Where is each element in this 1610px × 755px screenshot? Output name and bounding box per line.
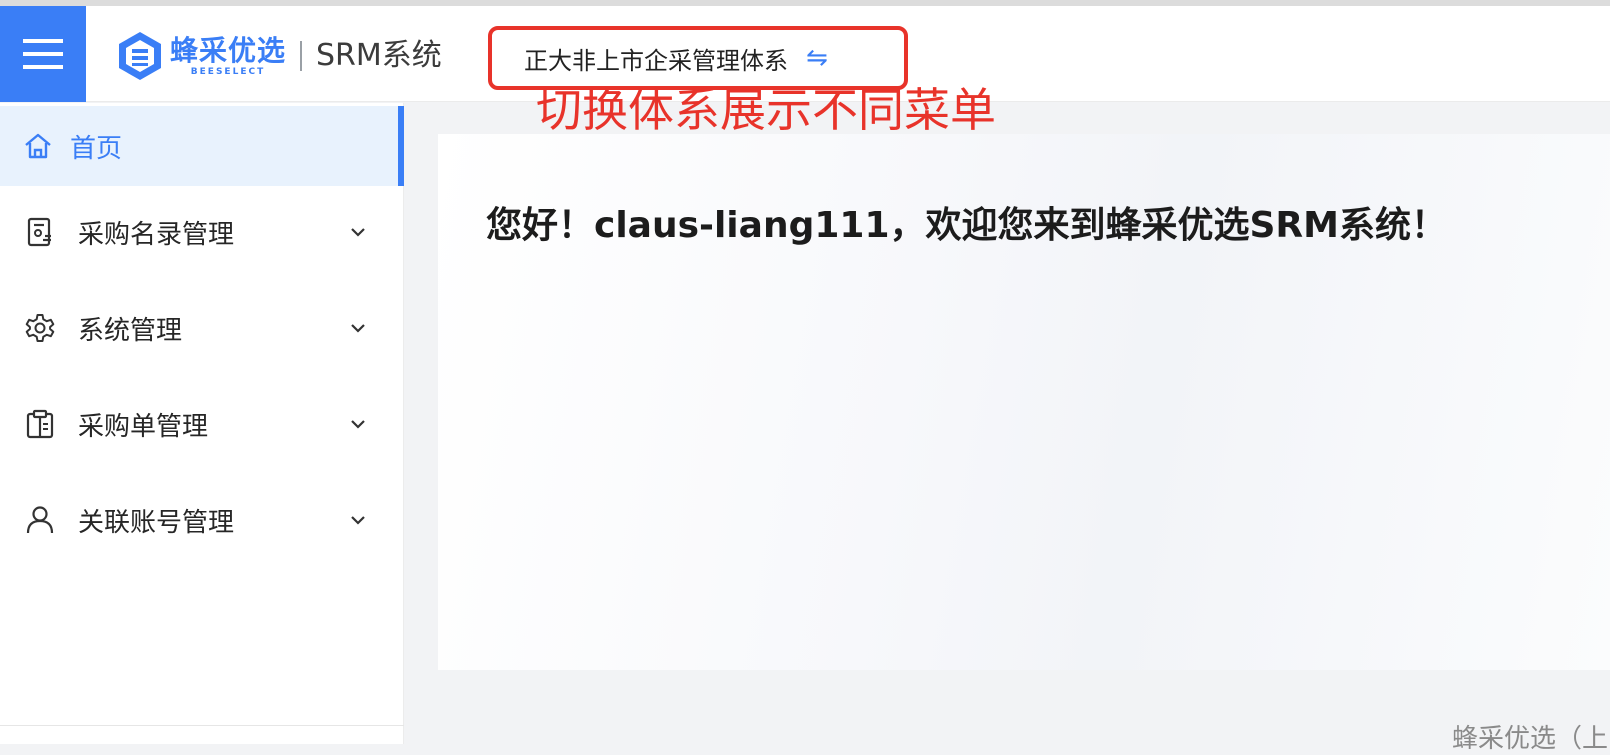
sidebar-divider	[0, 725, 404, 726]
sidebar-item-purchase-catalog[interactable]: 采购名录管理	[0, 192, 404, 272]
chevron-down-icon	[351, 324, 365, 333]
home-icon	[25, 133, 51, 159]
hamburger-icon	[23, 39, 63, 69]
logo-divider	[300, 41, 303, 71]
gear-icon	[25, 314, 55, 342]
brand-name-en: BEESELECT	[190, 67, 266, 77]
annotation-text: 切换体系展示不同菜单	[536, 83, 996, 137]
user-icon	[26, 506, 54, 534]
chevron-down-icon	[351, 228, 365, 237]
sidebar-item-label: 系统管理	[78, 315, 183, 346]
sidebar-nav: 首页 采购名录管理 系统管理 采购单管理 关联账号管理	[0, 103, 404, 744]
brand-logo[interactable]: 蜂采优选 BEESELECT SRM系统	[116, 30, 442, 82]
system-name: SRM系统	[316, 38, 442, 73]
clipboard-icon	[26, 409, 54, 439]
sidebar-item-home[interactable]: 首页	[0, 106, 404, 186]
chevron-down-icon	[351, 420, 365, 429]
chevron-down-icon	[351, 516, 365, 525]
document-list-icon	[27, 217, 51, 247]
menu-toggle-button[interactable]	[0, 6, 86, 102]
welcome-message: 您好！claus-liang111，欢迎您来到蜂采优选SRM系统！	[486, 205, 1447, 246]
sidebar-item-label: 采购单管理	[78, 411, 209, 442]
brand-name-cn: 蜂采优选	[170, 34, 287, 67]
sidebar-item-purchase-order[interactable]: 采购单管理	[0, 384, 404, 464]
swap-arrows-icon[interactable]: ⇋	[806, 43, 828, 73]
sidebar-item-linked-accounts[interactable]: 关联账号管理	[0, 480, 404, 560]
sidebar-item-system-management[interactable]: 系统管理	[0, 288, 404, 368]
bee-logo-icon	[119, 32, 161, 80]
sidebar-item-label: 首页	[70, 133, 123, 164]
sidebar-item-label: 关联账号管理	[78, 507, 235, 538]
current-system-label: 正大非上市企采管理体系	[524, 46, 788, 75]
footer-copyright: 蜂采优选（上	[1452, 724, 1609, 754]
welcome-card: 您好！claus-liang111，欢迎您来到蜂采优选SRM系统！	[438, 134, 1610, 670]
sidebar-item-label: 采购名录管理	[78, 219, 235, 250]
